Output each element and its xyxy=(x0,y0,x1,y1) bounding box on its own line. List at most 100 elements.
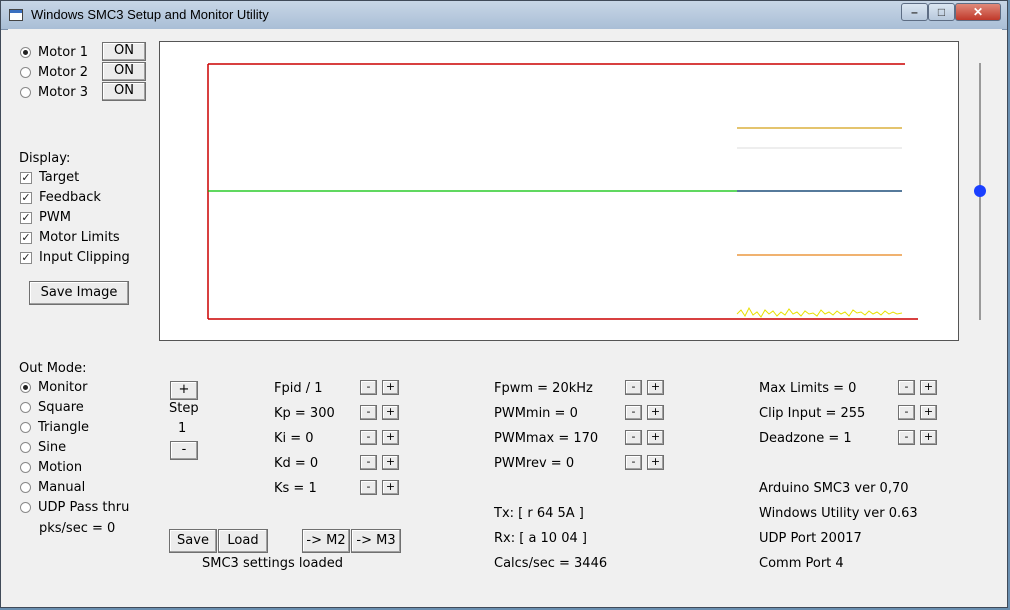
mode-motion-radio[interactable] xyxy=(20,462,31,473)
pwm-label: PWM xyxy=(39,210,71,225)
monitor-graph xyxy=(207,63,918,320)
minimize-button[interactable]: – xyxy=(901,3,928,21)
feedback-label: Feedback xyxy=(39,190,101,205)
motor-2-on-button[interactable]: ON xyxy=(102,62,146,81)
kp-plus-button[interactable]: + xyxy=(382,405,399,420)
pwmmax-plus-button[interactable]: + xyxy=(647,430,664,445)
pwmmin-plus-button[interactable]: + xyxy=(647,405,664,420)
fpid-minus-button[interactable]: - xyxy=(360,380,377,395)
pwmrev-minus-button[interactable]: - xyxy=(625,455,642,470)
ki-minus-button[interactable]: - xyxy=(360,430,377,445)
title-bar[interactable]: Windows SMC3 Setup and Monitor Utility –… xyxy=(1,1,1007,30)
mode-square-radio[interactable] xyxy=(20,402,31,413)
motor-2-label: Motor 2 xyxy=(38,65,88,80)
clip-input-label: Clip Input = 255 xyxy=(759,406,866,421)
arduino-version: Arduino SMC3 ver 0,70 xyxy=(759,481,909,496)
mode-manual-radio[interactable] xyxy=(20,482,31,493)
motor-3-label: Motor 3 xyxy=(38,85,88,100)
fpwm-label: Fpwm = 20kHz xyxy=(494,381,593,396)
input-clipping-checkbox[interactable]: ✓ xyxy=(20,252,32,264)
mode-udp-pass-thru-label: UDP Pass thru xyxy=(38,500,130,515)
max-limits-minus-button[interactable]: - xyxy=(898,380,915,395)
mode-monitor-radio[interactable] xyxy=(20,382,31,393)
save-button[interactable]: Save xyxy=(169,529,217,553)
load-button[interactable]: Load xyxy=(218,529,268,553)
copy-to-m2-button[interactable]: -> M2 xyxy=(302,529,350,553)
mode-udp-pass-thru-radio[interactable] xyxy=(20,502,31,513)
pwm-checkbox[interactable]: ✓ xyxy=(20,212,32,224)
pks-per-sec: pks/sec = 0 xyxy=(39,521,116,536)
pwmmax-label: PWMmax = 170 xyxy=(494,431,599,446)
ks-minus-button[interactable]: - xyxy=(360,480,377,495)
copy-to-m3-button[interactable]: -> M3 xyxy=(351,529,401,553)
motor-limits-checkbox[interactable]: ✓ xyxy=(20,232,32,244)
close-icon: ✕ xyxy=(972,5,984,19)
calcs-per-sec: Calcs/sec = 3446 xyxy=(494,556,608,571)
graph-panel xyxy=(159,41,959,341)
close-button[interactable]: ✕ xyxy=(955,3,1001,21)
kd-minus-button[interactable]: - xyxy=(360,455,377,470)
max-limits-plus-button[interactable]: + xyxy=(920,380,937,395)
motor-1-label: Motor 1 xyxy=(38,45,88,60)
rx-readout: Rx: [ a 10 04 ] xyxy=(494,531,587,546)
clip-input-plus-button[interactable]: + xyxy=(920,405,937,420)
step-plus-button[interactable]: + xyxy=(170,381,198,400)
clip-input-minus-button[interactable]: - xyxy=(898,405,915,420)
motor-1-on-button[interactable]: ON xyxy=(102,42,146,61)
ks-label: Ks = 1 xyxy=(274,481,317,496)
step-minus-button[interactable]: - xyxy=(170,441,198,460)
deadzone-label: Deadzone = 1 xyxy=(759,431,852,446)
mode-motion-label: Motion xyxy=(38,460,83,475)
out-mode-heading: Out Mode: xyxy=(19,361,87,376)
kd-label: Kd = 0 xyxy=(274,456,319,471)
fpwm-plus-button[interactable]: + xyxy=(647,380,664,395)
app-window: Windows SMC3 Setup and Monitor Utility –… xyxy=(0,0,1008,608)
fpid-plus-button[interactable]: + xyxy=(382,380,399,395)
kd-plus-button[interactable]: + xyxy=(382,455,399,470)
maximize-button[interactable]: □ xyxy=(928,3,955,21)
deadzone-minus-button[interactable]: - xyxy=(898,430,915,445)
ki-plus-button[interactable]: + xyxy=(382,430,399,445)
step-label: Step xyxy=(169,401,199,416)
motor-2-radio[interactable] xyxy=(20,67,31,78)
motor-3-on-button[interactable]: ON xyxy=(102,82,146,101)
input-clipping-label: Input Clipping xyxy=(39,250,130,265)
app-icon xyxy=(9,9,23,21)
kp-label: Kp = 300 xyxy=(274,406,335,421)
mode-triangle-label: Triangle xyxy=(38,420,90,435)
feedback-checkbox[interactable]: ✓ xyxy=(20,192,32,204)
maximize-icon: □ xyxy=(937,5,946,19)
pwmrev-plus-button[interactable]: + xyxy=(647,455,664,470)
pwmmin-minus-button[interactable]: - xyxy=(625,405,642,420)
mode-square-label: Square xyxy=(38,400,84,415)
mode-triangle-radio[interactable] xyxy=(20,422,31,433)
mode-monitor-label: Monitor xyxy=(38,380,88,395)
utility-version: Windows Utility ver 0.63 xyxy=(759,506,918,521)
fpwm-minus-button[interactable]: - xyxy=(625,380,642,395)
pwmmax-minus-button[interactable]: - xyxy=(625,430,642,445)
window-title: Windows SMC3 Setup and Monitor Utility xyxy=(31,7,269,22)
mode-manual-label: Manual xyxy=(38,480,86,495)
target-checkbox[interactable]: ✓ xyxy=(20,172,32,184)
ks-plus-button[interactable]: + xyxy=(382,480,399,495)
deadzone-plus-button[interactable]: + xyxy=(920,430,937,445)
slider-thumb[interactable] xyxy=(974,185,986,197)
motor-limits-label: Motor Limits xyxy=(39,230,120,245)
client-area: Motor 1 ON Motor 2 ON Motor 3 ON Display… xyxy=(8,29,1002,602)
pwmmin-label: PWMmin = 0 xyxy=(494,406,578,421)
pwm-trace xyxy=(736,306,903,318)
tx-readout: Tx: [ r 64 5A ] xyxy=(494,506,584,521)
minimize-icon: – xyxy=(911,5,918,19)
fpid-label: Fpid / 1 xyxy=(274,381,323,396)
udp-port: UDP Port 20017 xyxy=(759,531,862,546)
pwmrev-label: PWMrev = 0 xyxy=(494,456,575,471)
motor-3-radio[interactable] xyxy=(20,87,31,98)
mode-sine-radio[interactable] xyxy=(20,442,31,453)
target-label: Target xyxy=(39,170,80,185)
mode-sine-label: Sine xyxy=(38,440,67,455)
save-image-button[interactable]: Save Image xyxy=(29,281,129,305)
kp-minus-button[interactable]: - xyxy=(360,405,377,420)
step-value: 1 xyxy=(178,421,187,436)
ki-label: Ki = 0 xyxy=(274,431,314,446)
motor-1-radio[interactable] xyxy=(20,47,31,58)
